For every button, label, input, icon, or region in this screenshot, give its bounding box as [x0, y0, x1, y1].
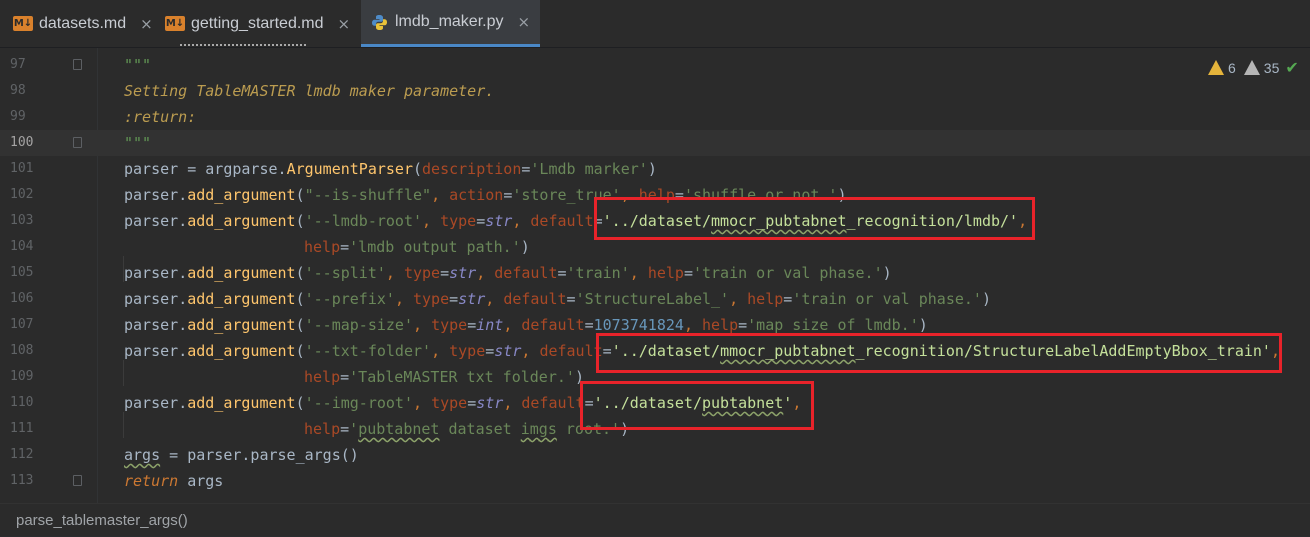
- code-line[interactable]: 106 parser.add_argument('--prefix', type…: [0, 286, 1310, 312]
- code-line[interactable]: 98 Setting TableMASTER lmdb maker parame…: [0, 78, 1310, 104]
- line-number: 109: [10, 369, 34, 384]
- code-text: Setting TableMASTER lmdb maker parameter…: [124, 82, 495, 100]
- code-line-current[interactable]: 100 """: [0, 130, 1310, 156]
- editor-tab-bar: M↓ datasets.md × M↓ getting_started.md ×…: [0, 0, 1310, 48]
- tab-lmdb-maker-py[interactable]: lmdb_maker.py ×: [361, 0, 541, 47]
- line-number: 110: [10, 395, 34, 410]
- weak-warning-icon: [1243, 60, 1260, 75]
- code-line[interactable]: 112 args = parser.parse_args(): [0, 442, 1310, 468]
- warning-count: 6: [1228, 59, 1236, 76]
- line-number: 98: [10, 83, 26, 98]
- code-text: help='lmdb output path.'): [304, 238, 530, 256]
- tab-datasets-md[interactable]: M↓ datasets.md ×: [13, 0, 153, 47]
- code-text: :return:: [124, 108, 197, 126]
- line-number: 108: [10, 343, 34, 358]
- line-number: 106: [10, 291, 34, 306]
- tab-overflow-indicator: [180, 44, 306, 46]
- code-text: return args: [124, 472, 224, 490]
- code-editor[interactable]: 97 """ 98 Setting TableMASTER lmdb maker…: [0, 48, 1310, 503]
- line-number: 107: [10, 317, 34, 332]
- check-icon: ✔: [1285, 58, 1299, 77]
- fold-marker-icon[interactable]: [73, 475, 82, 486]
- code-text: help='TableMASTER txt folder.'): [304, 368, 584, 386]
- warning-icon: [1208, 60, 1224, 75]
- code-line[interactable]: 97 """: [0, 52, 1310, 78]
- line-number: 113: [10, 473, 34, 488]
- line-number: 111: [10, 421, 34, 436]
- line-number: 101: [10, 161, 34, 176]
- tab-getting-started-md[interactable]: M↓ getting_started.md ×: [165, 0, 350, 47]
- highlight-box-img-root: [580, 381, 814, 430]
- code-text: """: [124, 134, 152, 152]
- code-text: """: [124, 56, 152, 74]
- tab-label: datasets.md: [39, 14, 127, 32]
- line-number: 105: [10, 265, 34, 280]
- markdown-icon: M↓: [13, 16, 33, 31]
- line-number: 102: [10, 187, 34, 202]
- code-text: parser = argparse.ArgumentParser(descrip…: [124, 160, 657, 178]
- code-line[interactable]: 113 return args: [0, 468, 1310, 494]
- code-line[interactable]: 105 parser.add_argument('--split', type=…: [0, 260, 1310, 286]
- tab-label: getting_started.md: [191, 14, 324, 32]
- line-number: 104: [10, 239, 34, 254]
- breadcrumb[interactable]: parse_tablemaster_args(): [16, 512, 188, 529]
- code-text: parser.add_argument('--split', type=str,…: [124, 264, 892, 282]
- line-number: 100: [10, 135, 34, 150]
- line-number: 112: [10, 447, 34, 462]
- close-icon[interactable]: ×: [338, 15, 351, 33]
- fold-marker-icon[interactable]: [73, 59, 82, 70]
- markdown-icon: M↓: [165, 16, 185, 31]
- fold-marker-icon[interactable]: [73, 137, 82, 148]
- line-number: 99: [10, 109, 26, 124]
- inspection-widget[interactable]: 6 35 ✔: [1208, 58, 1299, 77]
- close-icon[interactable]: ×: [518, 13, 531, 31]
- close-icon[interactable]: ×: [140, 15, 153, 33]
- highlight-box-txt-folder: [596, 333, 1282, 373]
- code-text: args = parser.parse_args(): [124, 446, 359, 464]
- line-number: 103: [10, 213, 34, 228]
- code-line[interactable]: 99 :return:: [0, 104, 1310, 130]
- tab-label: lmdb_maker.py: [395, 13, 504, 30]
- line-number: 97: [10, 57, 26, 72]
- highlight-box-lmdb-root: [594, 197, 1035, 240]
- code-text: parser.add_argument('--prefix', type=str…: [124, 290, 991, 308]
- weak-warning-count: 35: [1263, 59, 1280, 76]
- python-icon: [371, 14, 388, 31]
- breadcrumb-bar: parse_tablemaster_args(): [0, 503, 1310, 536]
- code-line[interactable]: 101 parser = argparse.ArgumentParser(des…: [0, 156, 1310, 182]
